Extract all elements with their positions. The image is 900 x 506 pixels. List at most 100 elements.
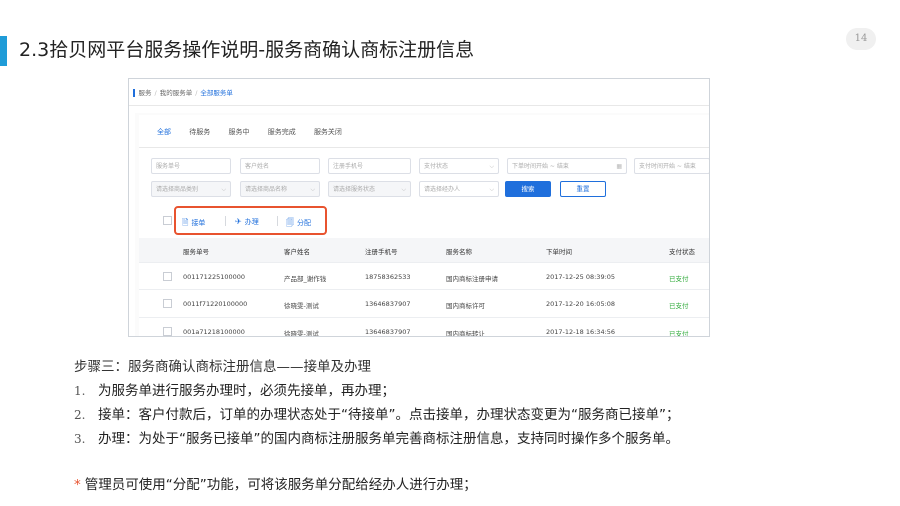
breadcrumb-item-service[interactable]: 服务 — [139, 89, 152, 97]
chevron-down-icon: ⌵ — [489, 163, 494, 170]
row-checkbox[interactable] — [163, 327, 172, 336]
instruction-item: 1. 为服务单进行服务办理时，必须先接单，再办理； — [74, 379, 395, 399]
status-tabs: 全部 待服务 服务中 服务完成 服务关闭 — [157, 127, 358, 148]
chevron-down-icon: ⌵ — [310, 186, 315, 193]
order-number-placeholder: 服务单号 — [156, 163, 181, 170]
column-header-service: 服务名称 — [446, 248, 472, 256]
cell-order-time: 2017-12-25 08:39:05 — [546, 273, 616, 281]
cell-phone: 13646837907 — [365, 328, 411, 336]
action-divider — [277, 216, 278, 226]
breadcrumb: 服务 / 我的服务单 / 全部服务单 — [133, 87, 233, 99]
cell-service: 国内商标许可 — [446, 302, 485, 310]
breadcrumb-item-all-orders: 全部服务单 — [200, 89, 233, 97]
cell-service: 国内商标转让 — [446, 330, 485, 337]
reset-button[interactable]: 重置 — [560, 181, 606, 197]
cell-order-number: 001171225100000 — [183, 273, 246, 281]
category-placeholder: 请选择商品类别 — [156, 186, 199, 193]
search-button[interactable]: 搜索 — [505, 181, 551, 197]
item-number: 2. — [74, 408, 86, 422]
payment-date-placeholder: 支付时间开始 ~ 结束 — [639, 163, 696, 170]
step-title: 步骤三：服务商确认商标注册信息——接单及办理 — [74, 359, 371, 375]
column-header-phone: 注册手机号 — [365, 248, 398, 256]
admin-note: * 管理员可使用“分配”功能，可将该服务单分配给经办人进行办理； — [74, 473, 477, 493]
cell-order-number: 0011f71220100000 — [183, 300, 248, 308]
clipboard-icon: 🗐 — [286, 218, 294, 227]
order-date-placeholder: 下单时间开始 ~ 结束 — [512, 163, 569, 170]
category-select[interactable]: 请选择商品类别 ⌵ — [151, 181, 231, 197]
phone-input[interactable]: 注册手机号 — [328, 158, 411, 174]
tab-closed[interactable]: 服务关闭 — [314, 127, 342, 147]
cell-customer: 徐晓雯-测试 — [284, 330, 319, 337]
item-text: 办理：为处于“服务已接单”的国内商标注册服务单完善商标注册信息，支持同时操作多个… — [98, 431, 679, 447]
product-placeholder: 请选择商品名称 — [245, 186, 288, 193]
phone-placeholder: 注册手机号 — [333, 163, 364, 170]
cell-order-time: 2017-12-20 16:05:08 — [546, 300, 616, 308]
item-text: 为服务单进行服务办理时，必须先接单，再办理； — [98, 383, 395, 399]
row-checkbox[interactable] — [163, 272, 172, 281]
breadcrumb-marker — [133, 89, 135, 97]
service-status-placeholder: 请选择服务状态 — [333, 186, 376, 193]
payment-status-placeholder: 支付状态 — [424, 163, 449, 170]
calendar-icon: ▦ — [616, 163, 622, 170]
tabs-divider — [139, 147, 709, 148]
handler-select[interactable]: 请选择经办人 ⌵ — [419, 181, 499, 197]
assign-label: 分配 — [297, 219, 311, 227]
handler-placeholder: 请选择经办人 — [424, 186, 461, 193]
chevron-down-icon: ⌵ — [489, 186, 494, 193]
column-header-customer: 客户姓名 — [284, 248, 310, 256]
order-date-range-input[interactable]: 下单时间开始 ~ 结束 ▦ — [507, 158, 627, 174]
breadcrumb-item-my-orders[interactable]: 我的服务单 — [160, 89, 193, 97]
row-checkbox[interactable] — [163, 299, 172, 308]
instruction-item: 3. 办理：为处于“服务已接单”的国内商标注册服务单完善商标注册信息，支持同时操作… — [74, 427, 679, 447]
order-number-input[interactable]: 服务单号 — [151, 158, 231, 174]
tab-pending[interactable]: 待服务 — [189, 127, 210, 147]
screenshot-frame: 服务 / 我的服务单 / 全部服务单 全部 待服务 服务中 服务完成 服务关闭 服务单号… — [128, 78, 710, 337]
cell-order-time: 2017-12-18 16:34:56 — [546, 328, 616, 336]
product-select[interactable]: 请选择商品名称 ⌵ — [240, 181, 320, 197]
action-divider — [225, 216, 226, 226]
row-divider — [139, 262, 709, 263]
handle-order-button[interactable]: ✈ 办理 — [235, 217, 259, 227]
column-header-payment-status: 支付状态 — [669, 248, 695, 256]
service-status-select[interactable]: 请选择服务状态 ⌵ — [328, 181, 411, 197]
document-icon: 🗎 — [182, 218, 189, 227]
cell-payment-status: 已支付 — [669, 275, 689, 283]
row-divider — [139, 289, 709, 290]
asterisk-marker: * — [74, 477, 81, 493]
tab-completed[interactable]: 服务完成 — [268, 127, 296, 147]
tab-all[interactable]: 全部 — [157, 127, 171, 148]
customer-name-input[interactable]: 客户姓名 — [240, 158, 320, 174]
table-header — [139, 238, 709, 262]
page-number: 14 — [846, 28, 876, 50]
cell-phone: 13646837907 — [365, 300, 411, 308]
column-header-order-number: 服务单号 — [183, 248, 209, 256]
cell-customer: 产品部_谢作钱 — [284, 275, 327, 283]
row-divider — [139, 317, 709, 318]
cell-phone: 18758362533 — [365, 273, 411, 281]
divider — [129, 105, 709, 106]
cell-customer: 徐晓雯-测试 — [284, 302, 319, 310]
payment-date-range-input[interactable]: 支付时间开始 ~ 结束 — [634, 158, 709, 174]
slide-title: 2.3拾贝网平台服务操作说明-服务商确认商标注册信息 — [19, 39, 475, 61]
select-all-checkbox[interactable] — [163, 216, 172, 225]
item-number: 3. — [74, 432, 86, 446]
accept-order-button[interactable]: 🗎 接单 — [182, 217, 205, 231]
item-number: 1. — [74, 384, 86, 398]
customer-name-placeholder: 客户姓名 — [245, 163, 270, 170]
tab-in-service[interactable]: 服务中 — [228, 127, 249, 147]
cell-payment-status: 已支付 — [669, 330, 689, 337]
accept-label: 接单 — [191, 219, 206, 227]
cell-order-number: 001a71218100000 — [183, 328, 245, 336]
item-text: 接单：客户付款后，订单的办理状态处于“待接单”。点击接单，办理状态变更为“服务商… — [98, 407, 680, 423]
chevron-down-icon: ⌵ — [221, 186, 226, 193]
chevron-down-icon: ⌵ — [401, 186, 406, 193]
assign-order-button[interactable]: 🗐 分配 — [286, 217, 311, 231]
column-header-order-time: 下单时间 — [546, 248, 572, 256]
cell-service: 国内商标注册申请 — [446, 275, 498, 283]
handle-label: 办理 — [244, 218, 259, 226]
title-accent-bar — [0, 36, 7, 66]
payment-status-select[interactable]: 支付状态 ⌵ — [419, 158, 499, 174]
instruction-item: 2. 接单：客户付款后，订单的办理状态处于“待接单”。点击接单，办理状态变更为“服… — [74, 403, 679, 423]
send-icon: ✈ — [235, 217, 242, 226]
cell-payment-status: 已支付 — [669, 302, 689, 310]
